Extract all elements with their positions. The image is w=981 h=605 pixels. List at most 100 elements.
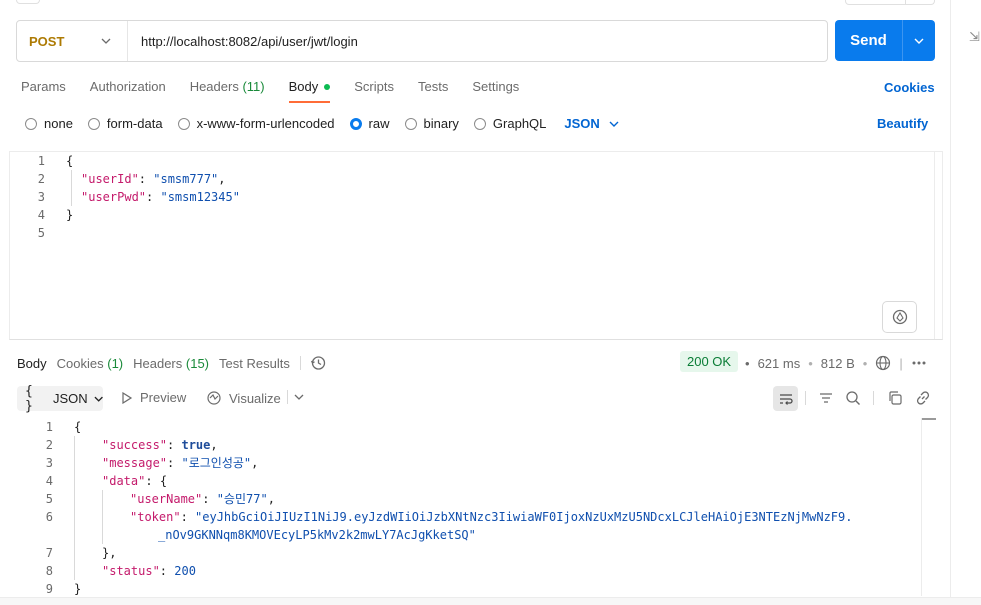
- radio-dot: [473, 117, 486, 130]
- visualize-options-button[interactable]: [287, 390, 311, 404]
- cookies-count: (1): [107, 355, 124, 371]
- chevron-down-icon: [94, 396, 103, 402]
- tab-authorization[interactable]: Authorization: [90, 79, 166, 101]
- tab-scripts[interactable]: Scripts: [354, 79, 394, 101]
- sparkle-icon: [892, 309, 907, 325]
- expand-icon[interactable]: ⇲: [969, 29, 980, 45]
- line-number: 2: [37, 172, 45, 186]
- radio-x-www-form-urlencoded[interactable]: x-www-form-urlencoded: [177, 116, 335, 131]
- method-label: POST: [29, 33, 65, 49]
- separator: |: [899, 355, 903, 371]
- radio-raw[interactable]: raw: [349, 116, 390, 131]
- line-number: 7: [45, 546, 53, 560]
- visualize-icon: [207, 391, 221, 405]
- send-button[interactable]: Send: [835, 20, 935, 61]
- chevron-down-icon: [101, 38, 111, 44]
- code-line: "success": true,: [102, 438, 218, 452]
- headers-count: (11): [242, 79, 265, 94]
- history-icon[interactable]: [310, 355, 326, 371]
- wrap-icon: [779, 393, 793, 405]
- response-tab-body[interactable]: Body: [17, 356, 47, 371]
- top-partial-control: [16, 0, 40, 4]
- cookies-link[interactable]: Cookies: [884, 80, 935, 95]
- radio-none[interactable]: none: [25, 116, 73, 131]
- line-number: 5: [37, 226, 45, 240]
- response-format-select[interactable]: { } JSON: [17, 383, 103, 414]
- line-number: 5: [45, 492, 53, 506]
- chevron-down-icon: [609, 121, 619, 127]
- status-badge[interactable]: 200 OK: [680, 351, 739, 372]
- right-panel-divider: [950, 0, 951, 605]
- request-tabs: Params Authorization Headers (11) Body S…: [21, 79, 543, 103]
- braces-icon: { }: [25, 383, 33, 414]
- line-number: 9: [45, 582, 53, 596]
- radio-form-data[interactable]: form-data: [87, 116, 163, 131]
- link-icon[interactable]: [915, 390, 931, 406]
- globe-icon[interactable]: [875, 355, 891, 371]
- separator: •: [862, 355, 868, 371]
- visualize-button[interactable]: Visualize: [206, 390, 281, 406]
- line-number: 2: [45, 438, 53, 452]
- play-icon: [122, 391, 133, 404]
- send-label: Send: [850, 32, 887, 49]
- preview-button[interactable]: Preview: [121, 390, 186, 405]
- line-number: 4: [45, 474, 53, 488]
- divider: [287, 390, 288, 404]
- divider: [805, 391, 806, 405]
- search-icon[interactable]: [845, 390, 861, 406]
- tab-settings[interactable]: Settings: [472, 79, 519, 101]
- code-line: }: [66, 208, 74, 222]
- code-line: "userPwd": "smsm12345": [81, 190, 240, 204]
- code-line: {: [66, 154, 74, 168]
- beautify-link[interactable]: Beautify: [877, 116, 928, 131]
- code-line: "data": {: [102, 474, 168, 488]
- radio-dot-selected: [349, 117, 362, 130]
- line-number: 3: [37, 190, 45, 204]
- bottom-status-bar: [0, 597, 981, 605]
- url-bar: POST http://localhost:8082/api/user/jwt/…: [16, 20, 828, 62]
- tab-params[interactable]: Params: [21, 79, 66, 101]
- more-options-icon[interactable]: [911, 355, 927, 371]
- body-format-select[interactable]: JSON: [564, 116, 619, 131]
- method-select[interactable]: POST: [17, 21, 128, 61]
- radio-graphql[interactable]: GraphQL: [473, 116, 546, 131]
- indent-guide: [71, 170, 72, 206]
- response-tab-test-results[interactable]: Test Results: [219, 356, 290, 371]
- radio-dot: [25, 117, 37, 130]
- tab-tests[interactable]: Tests: [418, 79, 448, 101]
- copy-icon[interactable]: [887, 390, 903, 406]
- line-number: 8: [45, 564, 53, 578]
- editor-scrollbar[interactable]: [934, 152, 942, 339]
- url-input[interactable]: http://localhost:8082/api/user/jwt/login: [128, 34, 358, 49]
- indent-guide: [74, 436, 75, 580]
- top-save-button-partial[interactable]: [845, 0, 935, 5]
- radio-binary[interactable]: binary: [404, 116, 459, 131]
- tab-body[interactable]: Body: [288, 79, 331, 103]
- response-tab-cookies[interactable]: Cookies (1): [57, 356, 123, 371]
- line-number: 1: [37, 154, 45, 168]
- code-line: "message": "로그인성공",: [102, 456, 259, 470]
- filter-icon[interactable]: [818, 390, 834, 406]
- divider: [299, 356, 301, 370]
- response-size[interactable]: 812 B: [821, 356, 855, 371]
- code-line: "userName": "승민77",: [130, 492, 275, 506]
- wrap-lines-button[interactable]: [773, 386, 798, 411]
- response-tab-headers[interactable]: Headers (15): [133, 356, 209, 371]
- code-line: {: [74, 420, 82, 434]
- separator: •: [808, 355, 813, 371]
- code-line: _nOv9GKNNqm8KMOVEcyLP5kMv2k2mwLY7AcJgKke…: [158, 528, 476, 542]
- response-time[interactable]: 621 ms: [758, 356, 801, 371]
- separator: •: [745, 355, 750, 371]
- code-line: },: [102, 546, 117, 560]
- radio-dot: [87, 117, 100, 130]
- code-line: "userId": "smsm777",: [81, 172, 226, 186]
- tab-headers[interactable]: Headers (11): [190, 79, 265, 101]
- line-number: 6: [45, 510, 53, 524]
- line-number: 3: [45, 456, 53, 470]
- send-options-button[interactable]: [903, 36, 935, 46]
- divider: [873, 391, 874, 405]
- ai-assist-button[interactable]: [882, 301, 917, 333]
- line-number: 4: [37, 208, 45, 222]
- response-scrollbar[interactable]: [921, 418, 936, 596]
- radio-dot: [177, 117, 190, 130]
